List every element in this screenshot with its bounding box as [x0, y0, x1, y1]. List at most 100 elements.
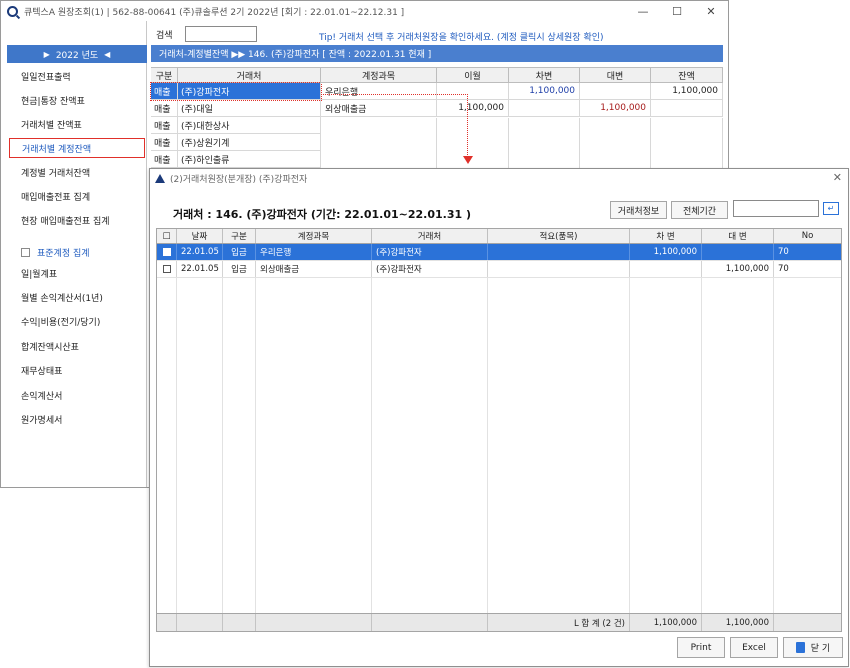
customer-name: (주)상원기계 — [178, 134, 321, 150]
account-debit — [509, 100, 580, 116]
account-balance: 1,100,000 — [651, 83, 723, 99]
customer-info-button[interactable]: 거래처정보 — [610, 201, 667, 219]
customer-row[interactable]: 매출 (주)강파전자 — [150, 82, 322, 101]
arrow-down-icon — [463, 156, 473, 164]
col-header-type: 구분 — [151, 68, 178, 82]
row-date: 22.01.05 — [177, 261, 223, 277]
row-debit: 1,100,000 — [630, 244, 702, 260]
customer-type: 매출 — [151, 100, 178, 116]
search-go-icon[interactable]: ↵ — [823, 202, 839, 215]
sidebar-item-income-statement[interactable]: 손익계산서 — [9, 385, 145, 405]
customer-row[interactable]: 매출 (주)대한상사 — [151, 117, 321, 134]
total-debit: 1,100,000 — [630, 614, 702, 631]
window-controls: — ☐ ✕ — [626, 1, 728, 21]
search-input[interactable] — [185, 26, 257, 42]
account-balance — [651, 100, 723, 116]
row-checkbox[interactable] — [157, 261, 177, 277]
customer-grid: 구분 거래처 매출 (주)강파전자 매출 (주)대일 매출 (주)대한상사 매출… — [150, 67, 322, 168]
year-selector: ▶ 2022 년도 ◀ — [7, 45, 147, 63]
popup-heading: 거래처 : 146. (주)강파전자 (기간: 22.01.01~22.01.3… — [173, 208, 472, 221]
row-customer: (주)강파전자 — [372, 244, 488, 260]
account-name: 외상매출금 — [321, 100, 437, 116]
row-account: 우리은행 — [256, 244, 372, 260]
sidebar: ▶ 2022 년도 ◀ 일일전표출력 현금|통장 잔액표 거래처별 잔액표 거래… — [1, 21, 147, 487]
col-header-account: 계정과목 — [256, 229, 372, 243]
sidebar-item-daily-slip[interactable]: 일일전표출력 — [9, 66, 145, 86]
col-header-carry: 이월 — [437, 68, 509, 82]
sidebar-item-account-customer-balance[interactable]: 계정별 거래처잔액 — [9, 162, 145, 182]
checkbox-icon — [162, 265, 171, 273]
row-date: 22.01.05 — [177, 244, 223, 260]
connector-line-vertical — [467, 94, 468, 159]
col-header-balance: 잔액 — [651, 68, 723, 82]
customer-type: 매출 — [151, 83, 178, 99]
customer-row[interactable]: 매출 (주)상원기계 — [151, 134, 321, 151]
account-carry: 1,100,000 — [437, 100, 509, 116]
search-label: 검색 — [156, 31, 173, 41]
customer-row[interactable]: 매출 (주)대일 — [151, 100, 321, 117]
col-header-check[interactable]: □ — [157, 229, 177, 243]
standard-account-label: 표준계정 집계 — [37, 249, 90, 259]
col-header-account: 계정과목 — [321, 68, 437, 82]
customer-type: 매출 — [151, 151, 178, 167]
sidebar-item-site-purchase-sales-summary[interactable]: 현장 매입매출전표 집계 — [9, 210, 145, 230]
account-carry — [437, 83, 509, 99]
popup-search-input[interactable] — [733, 200, 819, 217]
customer-type: 매출 — [151, 134, 178, 150]
account-grid-header: 계정과목 이월 차변 대변 잔액 — [321, 67, 723, 83]
app-logo-icon — [7, 5, 18, 17]
window-title: 큐텍스A 원장조회(1) | 562-88-00641 (주)큐솔루션 2기 2… — [24, 7, 405, 18]
sidebar-item-monthly-income[interactable]: 월별 손익계산서(1년) — [9, 287, 145, 307]
customer-name: (주)하인출류 — [178, 151, 321, 167]
sidebar-item-daily-monthly[interactable]: 일|월계표 — [9, 263, 145, 283]
ledger-table: □ 날짜 구분 계정과목 거래처 적요(품목) 차 변 대 변 No 22.01… — [156, 228, 842, 632]
row-credit: 1,100,000 — [702, 261, 774, 277]
customer-row[interactable]: 매출 (주)하인출류 — [151, 151, 321, 168]
sidebar-item-trial-balance[interactable]: 합계잔액시산표 — [9, 336, 145, 356]
sidebar-item-purchase-sales-summary[interactable]: 매입매출전표 집계 — [9, 186, 145, 206]
account-row[interactable]: 우리은행 1,100,000 1,100,000 — [321, 83, 723, 100]
minimize-button[interactable]: — — [626, 1, 660, 21]
ledger-row[interactable]: 22.01.05 입금 외상매출금 (주)강파전자 1,100,000 70 — [157, 261, 841, 278]
popup-title: (2)거래처원장(분개장) (주)강파전자 — [170, 175, 308, 185]
year-prev-button[interactable]: ▶ — [44, 50, 50, 59]
row-type: 입금 — [223, 244, 256, 260]
close-button[interactable]: ✕ — [694, 1, 728, 21]
standard-account-checkbox[interactable] — [21, 248, 30, 257]
sidebar-item-customer-balance[interactable]: 거래처별 잔액표 — [9, 114, 145, 134]
account-debit: 1,100,000 — [509, 83, 580, 99]
connector-line — [321, 94, 468, 95]
row-memo — [488, 261, 630, 277]
col-header-customer: 거래처 — [372, 229, 488, 243]
row-checkbox[interactable] — [157, 244, 177, 260]
customer-name: (주)대한상사 — [178, 117, 321, 133]
print-button[interactable]: Print — [677, 637, 725, 658]
tip-text: Tip! 거래처 선택 후 거래처원장을 확인하세요. (계정 클릭시 상세원장… — [319, 33, 604, 43]
col-header-date: 날짜 — [177, 229, 223, 243]
customer-name: (주)강파전자 — [178, 83, 321, 99]
sidebar-item-cash-balance[interactable]: 현금|통장 잔액표 — [9, 90, 145, 110]
row-credit — [702, 244, 774, 260]
excel-button[interactable]: Excel — [730, 637, 778, 658]
row-account: 외상매출금 — [256, 261, 372, 277]
total-credit: 1,100,000 — [702, 614, 774, 631]
year-label: 2022 년도 — [55, 50, 99, 61]
sidebar-item-customer-account-balance[interactable]: 거래처별 계정잔액 — [9, 138, 145, 158]
account-row[interactable]: 외상매출금 1,100,000 1,100,000 — [321, 100, 723, 117]
row-type: 입금 — [223, 261, 256, 277]
close-popup-label: 닫 기 — [810, 644, 831, 654]
row-memo — [488, 244, 630, 260]
sidebar-item-revenue-expense[interactable]: 수익|비용(전기/당기) — [9, 311, 145, 331]
sidebar-item-cost-statement[interactable]: 원가명세서 — [9, 409, 145, 429]
close-popup-button[interactable]: 닫 기 — [783, 637, 843, 658]
checkbox-icon — [162, 248, 171, 256]
ledger-row[interactable]: 22.01.05 입금 우리은행 (주)강파전자 1,100,000 70 — [157, 244, 841, 261]
account-credit — [580, 83, 651, 99]
full-period-button[interactable]: 전체기간 — [671, 201, 728, 219]
maximize-button[interactable]: ☐ — [660, 1, 694, 21]
sidebar-item-balance-sheet[interactable]: 재무상태표 — [9, 360, 145, 380]
customer-name: (주)대일 — [178, 100, 321, 116]
col-header-memo: 적요(품목) — [488, 229, 630, 243]
popup-close-icon[interactable]: ✕ — [833, 171, 842, 184]
year-next-button[interactable]: ◀ — [104, 50, 110, 59]
